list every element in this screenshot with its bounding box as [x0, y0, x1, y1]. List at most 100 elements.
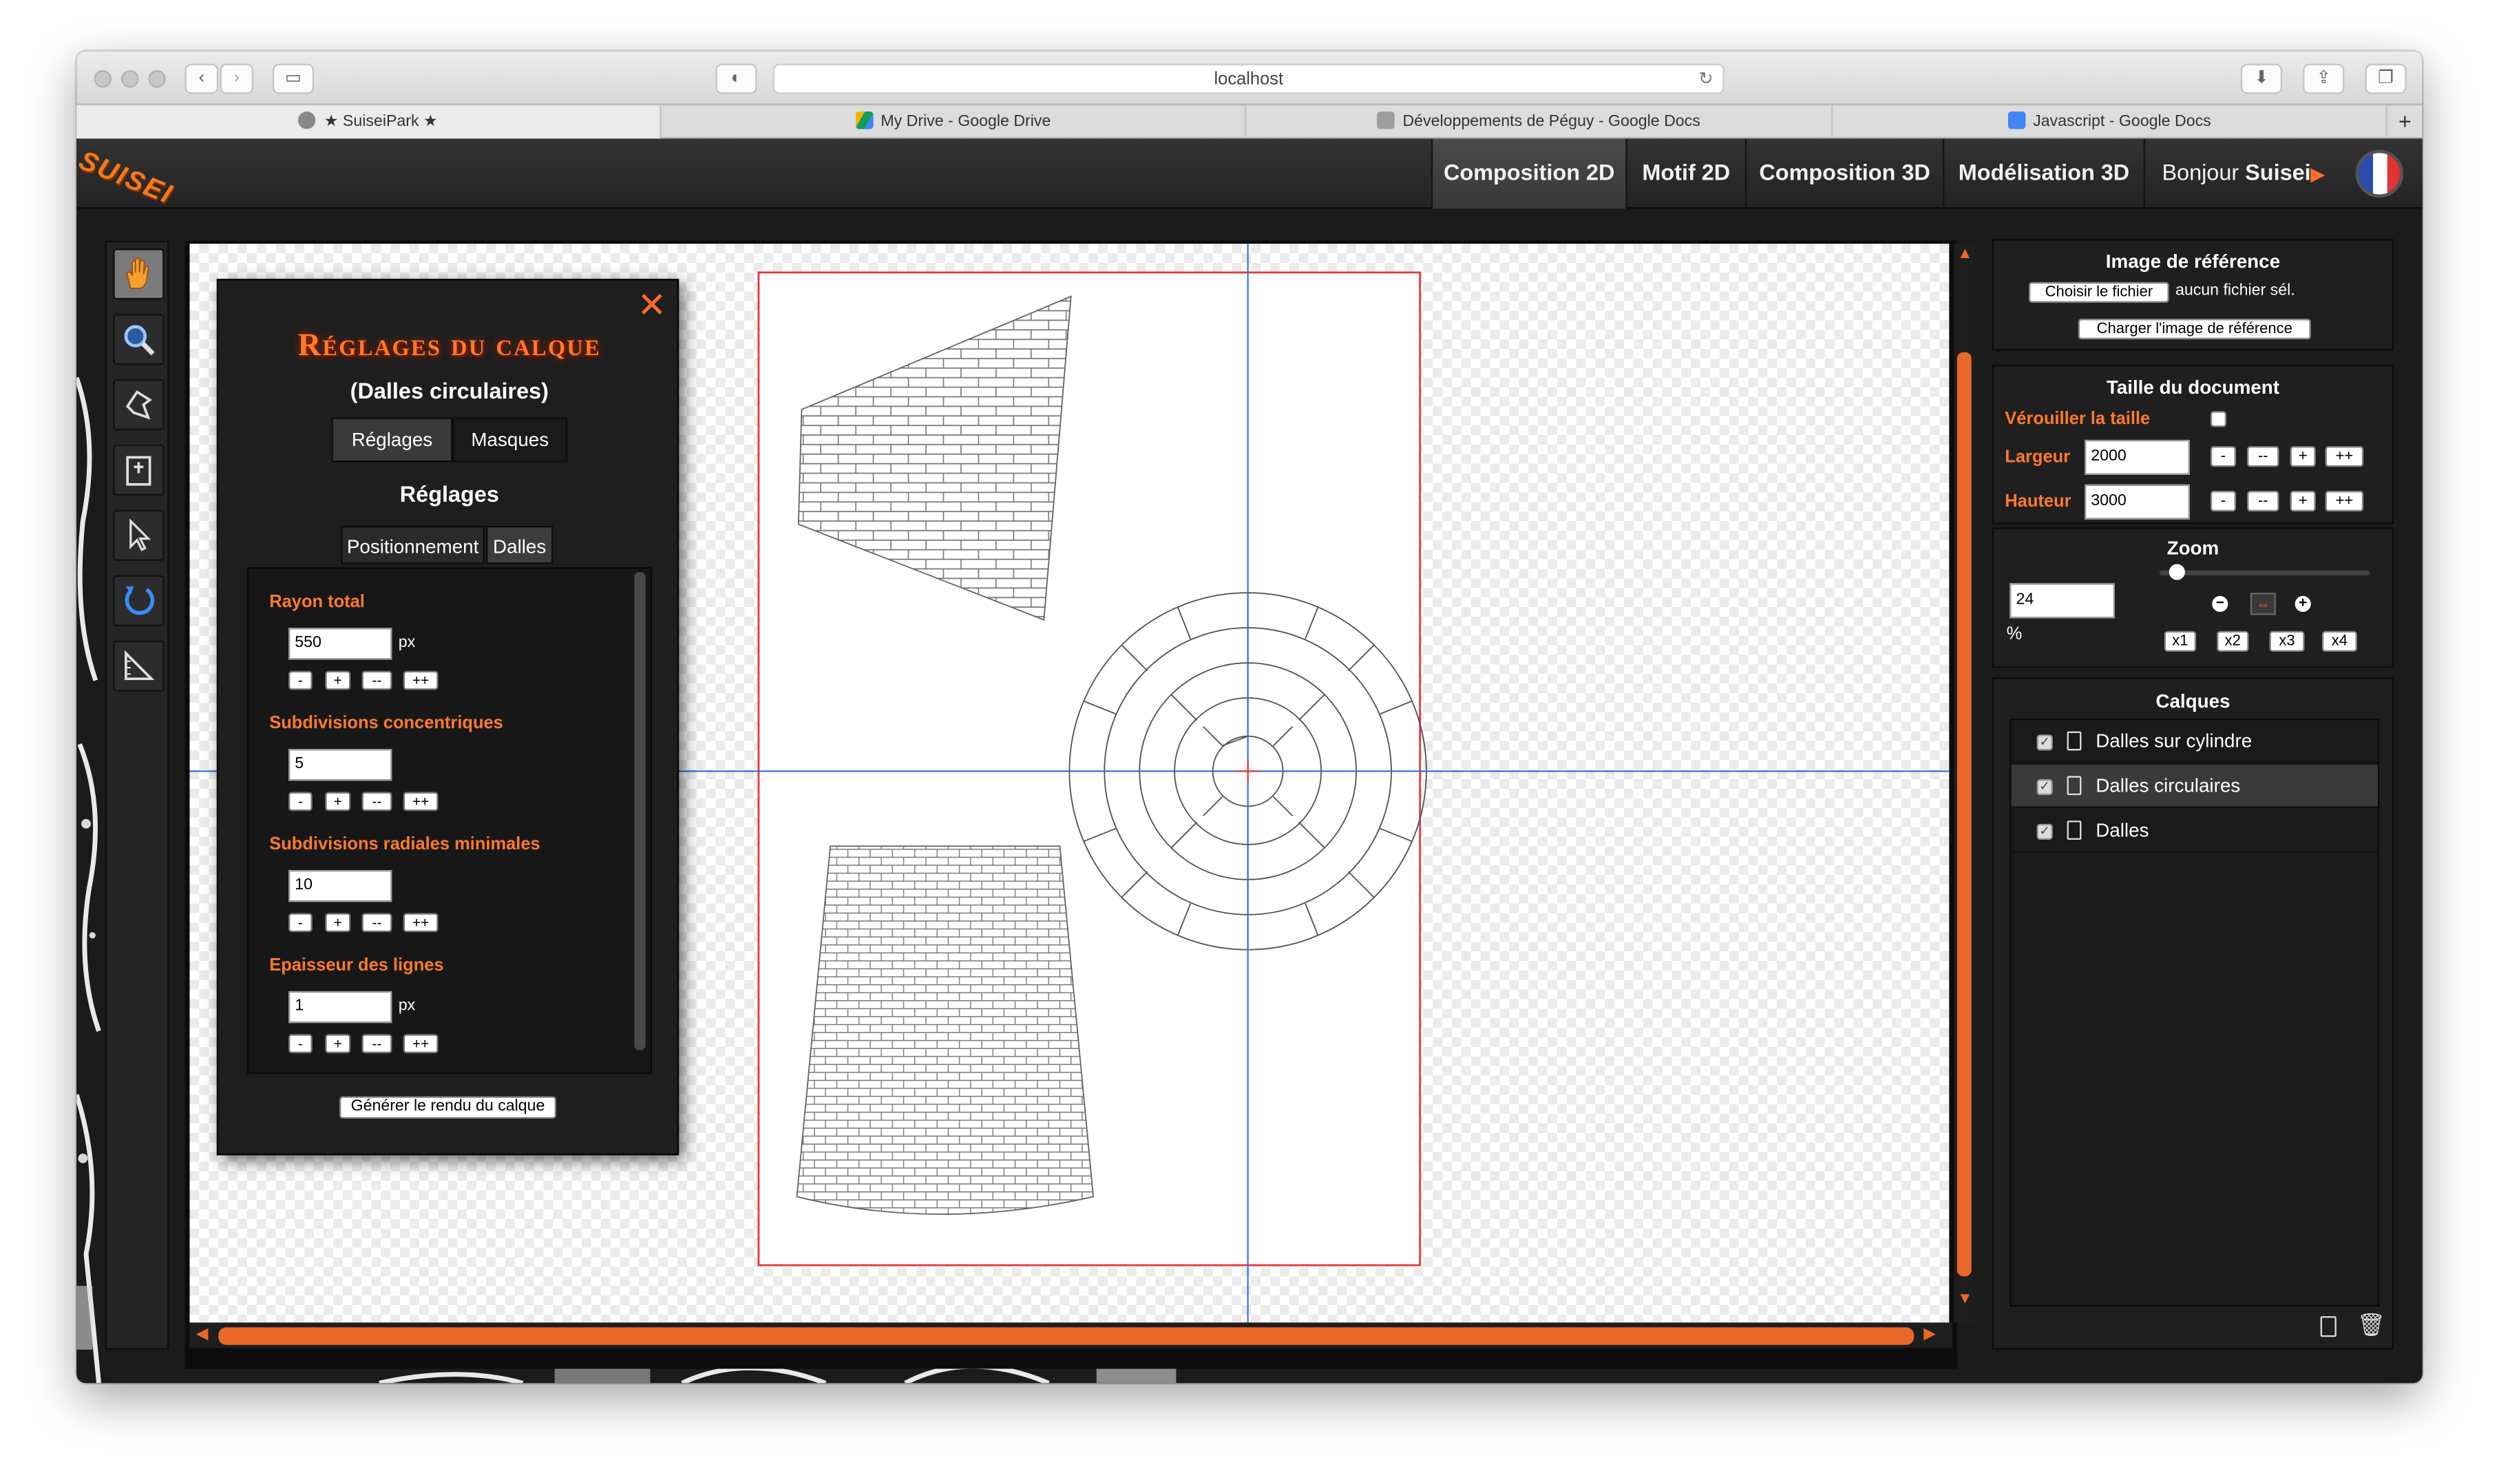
zoom-tool[interactable] — [113, 314, 165, 365]
subtab-positionnement[interactable]: Positionnement — [341, 525, 485, 564]
new-layer-icon[interactable] — [2320, 1316, 2337, 1337]
decrement-button[interactable]: - — [288, 792, 313, 812]
polygon-tool[interactable] — [113, 379, 165, 431]
generate-render-button[interactable]: Générer le rendu du calque — [339, 1096, 556, 1119]
zoom-in-icon[interactable]: + — [2295, 595, 2311, 612]
decrement-large-button[interactable]: -- — [361, 1034, 392, 1054]
scroll-right-icon[interactable]: ▶ — [1923, 1326, 1936, 1343]
decrement-button[interactable]: - — [288, 1034, 313, 1054]
settings-scrollbar[interactable] — [634, 572, 646, 1050]
increment-button[interactable]: + — [325, 913, 351, 933]
forward-button[interactable]: › — [220, 63, 254, 94]
minimize-window-button[interactable] — [120, 70, 139, 88]
downloads-icon[interactable]: ⬇ — [2240, 63, 2283, 94]
user-name: Suisei — [2245, 159, 2311, 185]
close-window-button[interactable] — [94, 70, 112, 88]
increment-large-button[interactable]: ++ — [403, 670, 439, 690]
increment-large-button[interactable]: ++ — [403, 792, 439, 812]
increment-large-button[interactable]: ++ — [403, 1034, 439, 1054]
decrement-large-button[interactable]: -- — [361, 670, 392, 690]
app-logo[interactable]: SUISEI — [76, 145, 177, 211]
horizontal-scrollbar[interactable]: ◀ ▶ — [189, 1322, 1952, 1348]
tabs-overview-icon[interactable]: ❐ — [2365, 63, 2407, 94]
radial-input[interactable]: 10 — [288, 869, 392, 902]
horizontal-scroll-thumb[interactable] — [218, 1327, 1915, 1345]
tab-reglages[interactable]: Réglages — [331, 417, 453, 463]
tab-masques[interactable]: Masques — [452, 417, 568, 463]
height-plus-large-button[interactable]: ++ — [2325, 491, 2364, 512]
decrement-large-button[interactable]: -- — [361, 792, 392, 812]
increment-button[interactable]: + — [325, 670, 351, 690]
share-icon[interactable]: ⇪ — [2303, 63, 2345, 94]
scroll-left-icon[interactable]: ◀ — [196, 1326, 209, 1343]
lock-size-checkbox[interactable] — [2210, 411, 2227, 427]
subtab-dalles[interactable]: Dalles — [486, 525, 553, 564]
reload-icon[interactable]: ↻ — [1698, 65, 1713, 94]
width-minus-large-button[interactable]: -- — [2247, 446, 2279, 467]
width-minus-button[interactable]: - — [2210, 446, 2236, 467]
zoom-x1-button[interactable]: x1 — [2164, 630, 2197, 652]
privacy-icon[interactable]: ◐ — [715, 63, 757, 94]
zoom-x3-button[interactable]: x3 — [2269, 630, 2305, 652]
zoom-out-icon[interactable]: − — [2212, 595, 2228, 612]
zoom-slider[interactable] — [2159, 564, 2370, 580]
radius-input[interactable]: 550 — [288, 628, 392, 660]
rotate-tool[interactable] — [113, 575, 165, 626]
load-reference-button[interactable]: Charger l'image de référence — [2078, 319, 2311, 340]
back-button[interactable]: ‹ — [184, 63, 219, 94]
concentric-input[interactable]: 5 — [288, 749, 392, 781]
layer-visibility-checkbox[interactable]: ✓ — [2036, 734, 2053, 751]
address-bar[interactable]: localhost ↻ — [772, 63, 1725, 94]
zoom-window-button[interactable] — [148, 70, 166, 88]
close-icon[interactable]: ✕ — [636, 288, 668, 323]
scroll-down-icon[interactable]: ▼ — [1957, 1291, 1973, 1308]
tab-google-drive[interactable]: My Drive - Google Drive — [662, 105, 1247, 139]
height-minus-large-button[interactable]: -- — [2247, 491, 2279, 512]
tab-google-docs-peguy[interactable]: Développements de Péguy - Google Docs — [1246, 105, 1833, 139]
decrement-large-button[interactable]: -- — [361, 913, 392, 933]
zoom-x4-button[interactable]: x4 — [2321, 630, 2357, 652]
height-plus-button[interactable]: + — [2290, 491, 2316, 512]
layer-visibility-checkbox[interactable]: ✓ — [2036, 823, 2053, 840]
layer-item[interactable]: ✓ Dalles sur cylindre — [2011, 720, 2378, 763]
google-docs-icon — [2007, 112, 2025, 129]
scroll-up-icon[interactable]: ▲ — [1957, 246, 1973, 263]
layer-item[interactable]: ✓ Dalles circulaires — [2011, 765, 2378, 808]
layer-item[interactable]: ✓ Dalles — [2011, 809, 2378, 853]
zoom-slider-knob[interactable] — [2168, 564, 2184, 580]
width-input[interactable]: 2000 — [2085, 439, 2190, 475]
vertical-scrollbar[interactable]: ▲ ▼ — [1954, 244, 1975, 1323]
ruler-tool[interactable] — [113, 640, 165, 692]
height-minus-button[interactable]: - — [2210, 491, 2236, 512]
line-width-input[interactable]: 1 — [288, 990, 392, 1024]
hand-tool[interactable] — [113, 248, 165, 300]
zoom-x2-button[interactable]: x2 — [2217, 630, 2249, 652]
nav-composition-3d[interactable]: Composition 3D — [1744, 138, 1943, 209]
width-plus-button[interactable]: + — [2290, 446, 2316, 467]
zoom-input[interactable]: 24 — [2010, 583, 2116, 619]
height-input[interactable]: 3000 — [2085, 484, 2190, 520]
sidebar-toggle-icon[interactable]: ▭ — [272, 63, 315, 94]
nav-composition-2d[interactable]: Composition 2D — [1431, 138, 1626, 209]
increment-button[interactable]: + — [325, 1034, 351, 1054]
layer-visibility-checkbox[interactable]: ✓ — [2036, 779, 2053, 796]
crop-tool[interactable] — [113, 444, 165, 496]
settings-scroll-area[interactable]: Rayon total 550 px - + -- ++ Subdivision… — [246, 567, 652, 1074]
increment-large-button[interactable]: ++ — [403, 913, 439, 933]
tab-suiseipark[interactable]: ★ SuiseiPark ★ — [76, 105, 662, 139]
nav-user-menu[interactable]: Bonjour Suisei▶ — [2143, 138, 2341, 209]
language-flag-icon[interactable] — [2355, 149, 2404, 198]
decrement-button[interactable]: - — [288, 670, 313, 690]
decrement-button[interactable]: - — [288, 913, 313, 933]
new-tab-button[interactable]: + — [2387, 105, 2423, 139]
nav-motif-2d[interactable]: Motif 2D — [1625, 138, 1745, 209]
tab-google-docs-javascript[interactable]: Javascript - Google Docs — [1833, 105, 2387, 139]
vertical-scroll-thumb[interactable] — [1957, 352, 1972, 1277]
fit-width-icon[interactable]: ⇔ — [2250, 593, 2276, 615]
select-tool[interactable] — [113, 509, 165, 561]
nav-modelisation-3d[interactable]: Modélisation 3D — [1942, 138, 2144, 209]
choose-file-button[interactable]: Choisir le fichier — [2028, 282, 2169, 303]
width-plus-large-button[interactable]: ++ — [2325, 446, 2364, 467]
increment-button[interactable]: + — [325, 792, 351, 812]
delete-layer-icon[interactable]: 🗑 — [2357, 1313, 2385, 1335]
